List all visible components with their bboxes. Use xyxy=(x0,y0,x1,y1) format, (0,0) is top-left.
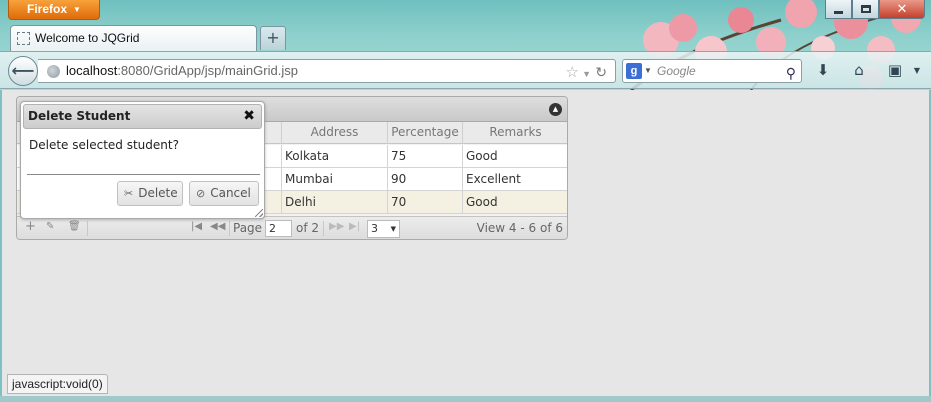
collapse-grid-icon[interactable]: ▲ xyxy=(549,103,562,116)
tab-title: Welcome to JQGrid xyxy=(35,31,140,45)
previous-page-icon[interactable]: ◀◀ xyxy=(210,221,225,232)
cell-percentage: 70 xyxy=(387,191,462,214)
home-icon[interactable]: ⌂ xyxy=(848,61,870,81)
download-icon[interactable]: ⬇ xyxy=(812,61,834,81)
cancel-button[interactable]: ⊘ Cancel xyxy=(189,181,259,206)
cell-remarks: Good xyxy=(462,145,567,168)
cell-percentage: 90 xyxy=(387,168,462,191)
search-icon[interactable]: ⚲ xyxy=(786,62,796,84)
cancel-button-label: Cancel xyxy=(210,186,251,200)
view-records-info: View 4 - 6 of 6 xyxy=(476,221,563,235)
maximize-icon xyxy=(860,5,871,13)
dialog-title: Delete Student xyxy=(28,109,131,123)
window-frame-bottom xyxy=(0,396,931,402)
page-viewport: ▲ Address Percentage Remarks Kolkata 75 … xyxy=(2,90,929,396)
dialog-divider xyxy=(27,174,260,175)
grid-pager: + ✎ 🗑 |◀ ◀◀ Page 2 of 2 ▶▶ ▶| 3 ▼ View 4… xyxy=(17,216,567,239)
page-total-label: of 2 xyxy=(296,221,320,235)
cell-percentage: 75 xyxy=(387,145,462,168)
delete-button[interactable]: ✂ Delete xyxy=(117,181,183,206)
history-dropdown-icon[interactable]: ▼ xyxy=(582,63,591,85)
page-label: Page xyxy=(233,221,263,235)
chevron-down-icon: ▼ xyxy=(390,225,396,233)
chevron-down-icon: ▼ xyxy=(73,5,81,14)
resize-handle-icon[interactable] xyxy=(255,209,263,217)
delete-student-dialog: Delete Student ✖ Delete selected student… xyxy=(20,101,265,219)
pager-separator xyxy=(87,221,88,236)
cell-address: Kolkata xyxy=(281,145,387,168)
cell-remarks: Good xyxy=(462,191,567,214)
bookmark-star-icon[interactable]: ☆ xyxy=(566,62,579,84)
last-page-icon[interactable]: ▶| xyxy=(349,221,360,232)
globe-icon xyxy=(47,65,60,78)
address-bar[interactable]: localhost:8080/GridApp/jsp/mainGrid.jsp … xyxy=(38,59,616,83)
cancel-icon: ⊘ xyxy=(196,187,206,200)
dialog-message: Delete selected student? xyxy=(29,138,179,152)
firefox-menu-label: Firefox xyxy=(27,2,68,16)
cell-remarks: Excellent xyxy=(462,168,567,191)
edit-icon[interactable]: ✎ xyxy=(46,221,54,232)
rows-per-page-select[interactable]: 3 ▼ xyxy=(367,220,400,238)
reload-icon[interactable]: ↻ xyxy=(595,61,607,83)
navigation-toolbar: localhost:8080/GridApp/jsp/mainGrid.jsp … xyxy=(0,51,931,89)
page-number-input[interactable]: 2 xyxy=(265,220,292,237)
scissors-icon: ✂ xyxy=(124,187,134,200)
next-page-icon[interactable]: ▶▶ xyxy=(329,221,344,232)
first-page-icon[interactable]: |◀ xyxy=(191,221,202,232)
cell-address: Delhi xyxy=(281,191,387,214)
back-button[interactable]: ⟵ xyxy=(8,56,38,86)
delete-button-label: Delete xyxy=(138,186,178,200)
search-engine-dropdown-icon[interactable]: ▼ xyxy=(644,60,652,82)
pager-separator xyxy=(229,221,230,236)
search-placeholder: Google xyxy=(657,64,696,78)
url-host: localhost xyxy=(66,63,118,78)
window-close-button[interactable]: ✕ xyxy=(879,0,925,19)
trash-icon[interactable]: 🗑 xyxy=(68,221,81,232)
page-icon xyxy=(17,32,30,45)
rows-per-page-value: 3 xyxy=(371,222,378,235)
browser-chrome: Firefox ▼ ✕ Welcome to JQGrid + localhost… xyxy=(0,0,931,90)
column-header-remarks[interactable]: Remarks xyxy=(462,122,567,144)
minimize-icon xyxy=(834,10,843,14)
close-icon: ✕ xyxy=(896,1,908,17)
url-path: :8080/GridApp/jsp/mainGrid.jsp xyxy=(117,63,298,78)
tab-welcome[interactable]: Welcome to JQGrid xyxy=(10,25,257,51)
bookmarks-menu-icon[interactable]: ▣ xyxy=(884,61,906,81)
minimize-button[interactable] xyxy=(825,0,852,19)
dialog-title-bar[interactable]: Delete Student ✖ xyxy=(23,104,262,129)
new-tab-button[interactable]: + xyxy=(260,26,286,50)
column-header-address[interactable]: Address xyxy=(281,122,387,144)
firefox-menu-button[interactable]: Firefox ▼ xyxy=(8,0,100,20)
close-icon[interactable]: ✖ xyxy=(243,105,255,128)
back-arrow-icon: ⟵ xyxy=(11,61,35,80)
maximize-button[interactable] xyxy=(852,0,879,19)
plus-icon: + xyxy=(266,28,280,47)
column-header-percentage[interactable]: Percentage xyxy=(387,122,462,144)
status-bar: javascript:void(0) xyxy=(7,374,108,394)
add-icon[interactable]: + xyxy=(25,219,36,234)
chevron-down-icon[interactable]: ▼ xyxy=(906,66,928,86)
window-controls: ✕ xyxy=(825,0,925,19)
pager-separator xyxy=(323,221,324,236)
search-input[interactable]: g ▼ Google ⚲ xyxy=(622,59,802,83)
google-icon: g xyxy=(626,63,642,79)
cell-address: Mumbai xyxy=(281,168,387,191)
